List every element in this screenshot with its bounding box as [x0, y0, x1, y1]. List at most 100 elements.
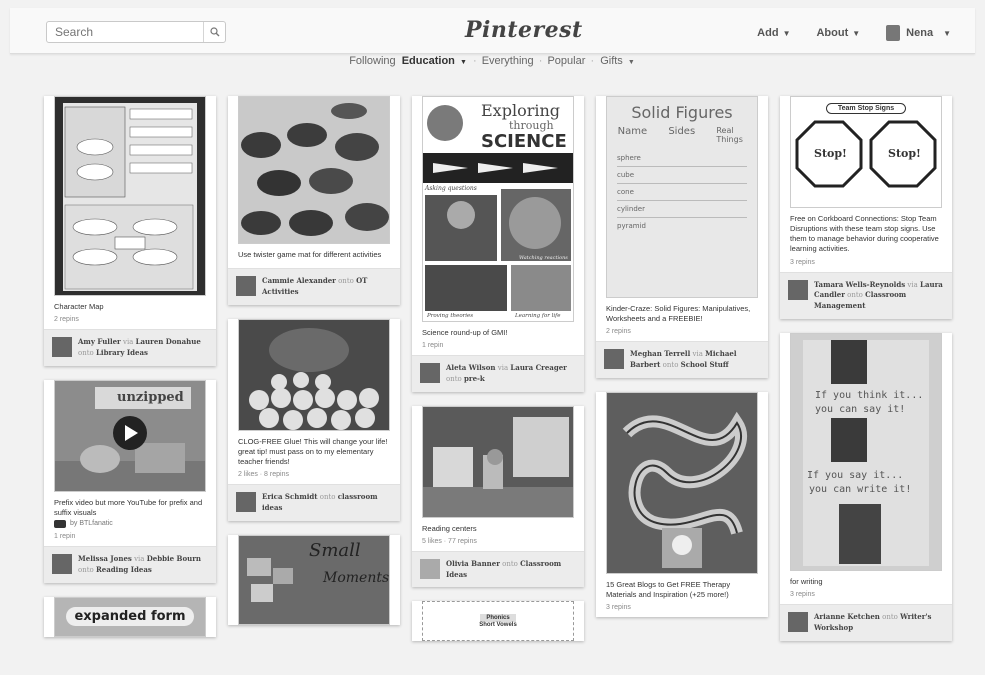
avatar[interactable] — [236, 276, 256, 297]
pin-image-text: SCIENCE — [481, 131, 567, 152]
via-user[interactable]: Laura Creager — [510, 363, 567, 372]
pin-card[interactable]: Small Moments — [228, 534, 400, 625]
pin-column-4: Solid Figures Name Sides Real Things spher… — [596, 86, 768, 631]
pin-image[interactable] — [238, 318, 390, 431]
pin-description: Prefix video but more YouTube for prefix… — [54, 497, 203, 517]
pin-card[interactable]: Solid Figures Name Sides Real Things spher… — [596, 96, 768, 378]
pin-image[interactable]: Team Stop Signs Stop! Stop! — [790, 96, 942, 208]
avatar[interactable] — [788, 612, 808, 633]
video-title: unzipped — [117, 389, 184, 405]
avatar — [886, 25, 901, 41]
pin-card[interactable]: Character Map 2 repins Amy Fuller via La… — [44, 96, 216, 366]
pinner-name[interactable]: Melissa Jones — [78, 554, 132, 563]
nav-popular[interactable]: Popular — [547, 55, 585, 67]
pinner-name[interactable]: Erica Schmidt — [262, 492, 318, 501]
board-name[interactable]: pre-k — [464, 374, 485, 383]
pin-image[interactable] — [54, 96, 206, 296]
onto-label: onto — [338, 277, 354, 286]
onto-label: onto — [78, 565, 94, 574]
avatar[interactable] — [52, 337, 72, 358]
pinner-name[interactable]: Amy Fuller — [78, 337, 121, 346]
pin-card[interactable]: Team Stop Signs Stop! Stop! Free on Cork… — [780, 96, 952, 319]
pin-stats: 2 repins — [54, 316, 79, 324]
pin-description: Use twister game mat for different activ… — [238, 250, 382, 259]
pin-image[interactable]: expanded form — [54, 596, 206, 637]
pinner-name[interactable]: Meghan Terrell — [630, 349, 690, 358]
pinner-name[interactable]: Aleta Wilson — [446, 363, 496, 372]
pin-image[interactable] — [606, 391, 758, 574]
chevron-down-icon: ▼ — [852, 29, 861, 38]
board-name[interactable]: Reading Ideas — [96, 565, 152, 574]
pinner-name[interactable]: Olivia Banner — [446, 559, 500, 568]
nav-education-label: Education — [401, 55, 455, 67]
pinner-name[interactable]: Cammie Alexander — [262, 276, 336, 285]
pin-image-text: Moments — [323, 569, 390, 586]
via-label: via — [692, 350, 703, 359]
about-menu[interactable]: About ▼ — [816, 27, 860, 39]
board-name[interactable]: Library Ideas — [96, 348, 148, 357]
avatar[interactable] — [420, 558, 440, 579]
pin-stats: 2 repins — [606, 328, 631, 336]
add-menu[interactable]: Add ▼ — [757, 27, 790, 39]
pin-attribution: Aleta Wilson via Laura Creager onto pre-… — [412, 355, 584, 392]
pin-image-text: Team Stop Signs — [826, 103, 906, 114]
pin-image-text: Name — [617, 126, 648, 137]
pin-image[interactable]: Exploring through SCIENCE Asking questio… — [422, 96, 574, 322]
pin-column-5: Team Stop Signs Stop! Stop! Free on Cork… — [780, 86, 952, 655]
pin-image[interactable] — [422, 405, 574, 518]
pin-image-text: If you think it... — [815, 389, 924, 401]
onto-label: onto — [446, 374, 462, 383]
pin-attribution: Melissa Jones via Debbie Bourn onto Read… — [44, 545, 216, 583]
pin-card[interactable]: expanded form — [44, 596, 216, 637]
onto-label: onto — [662, 361, 679, 370]
twister-mat-photo — [239, 97, 389, 243]
pin-description: Character Map — [54, 302, 104, 311]
onto-label: onto — [319, 493, 336, 502]
search-button[interactable] — [203, 22, 225, 42]
pin-image[interactable]: Solid Figures Name Sides Real Things spher… — [606, 96, 758, 298]
pin-stats: 1 repin — [422, 342, 444, 350]
pin-description: 15 Great Blogs to Get FREE Therapy Mater… — [606, 579, 731, 599]
pin-card[interactable]: CLOG-FREE Glue! This will change your li… — [228, 318, 400, 521]
nav-education[interactable]: Education ▼ — [401, 55, 468, 67]
pinner-name[interactable]: Tamara Wells-Reynolds — [814, 280, 905, 289]
pinterest-logo[interactable]: Pinterest — [465, 17, 583, 43]
glue-bottles-photo — [239, 319, 389, 430]
avatar[interactable] — [236, 492, 256, 513]
chevron-down-icon: ▼ — [459, 59, 467, 66]
pin-card[interactable]: If you think it... you can say it! If yo… — [780, 332, 952, 641]
search-input[interactable] — [47, 22, 202, 42]
pin-card[interactable]: unzipped Prefix video but more YouTube f… — [44, 379, 216, 583]
pin-image-text: sphere — [617, 150, 747, 168]
via-user[interactable]: Lauren Donahue — [136, 337, 201, 346]
nav-following[interactable]: Following — [349, 55, 395, 67]
pin-card[interactable]: Reading centers 5 likes · 77 repins Oliv… — [412, 405, 584, 588]
search-box[interactable] — [46, 21, 226, 43]
avatar[interactable] — [52, 553, 72, 574]
chevron-down-icon: ▼ — [782, 29, 791, 38]
video-author[interactable]: by BTLfanatic — [70, 520, 113, 527]
via-user[interactable]: Debbie Bourn — [147, 554, 201, 563]
nav-everything[interactable]: Everything — [482, 55, 534, 67]
avatar[interactable] — [420, 363, 440, 384]
pin-card[interactable]: Use twister game mat for different activ… — [228, 96, 400, 305]
nav-gifts[interactable]: Gifts ▼ — [599, 55, 636, 67]
pin-card[interactable]: Exploring through SCIENCE Asking questio… — [412, 96, 584, 392]
pin-image-text: cone — [617, 184, 747, 202]
pin-image[interactable]: Small Moments — [238, 534, 390, 625]
pinner-name[interactable]: Arianne Ketchen — [814, 612, 880, 621]
pin-card[interactable]: 15 Great Blogs to Get FREE Therapy Mater… — [596, 391, 768, 618]
pin-image[interactable]: Phonics Short Vowels — [422, 601, 574, 642]
board-name[interactable]: School Stuff — [681, 360, 729, 369]
pin-image-text: If you say it... — [807, 469, 904, 481]
user-menu[interactable]: Nena ▼ — [886, 25, 951, 41]
pin-description: Science round-up of GMI! — [422, 328, 508, 337]
pin-image[interactable] — [238, 96, 390, 244]
pin-video[interactable]: unzipped — [54, 379, 206, 492]
pin-image-text: Phonics — [480, 614, 516, 623]
pin-description: Kinder-Craze: Solid Figures: Manipulativ… — [606, 304, 751, 324]
avatar[interactable] — [788, 279, 808, 300]
pin-card[interactable]: Phonics Short Vowels — [412, 601, 584, 642]
avatar[interactable] — [604, 349, 624, 370]
pin-image[interactable]: If you think it... you can say it! If yo… — [790, 332, 942, 571]
